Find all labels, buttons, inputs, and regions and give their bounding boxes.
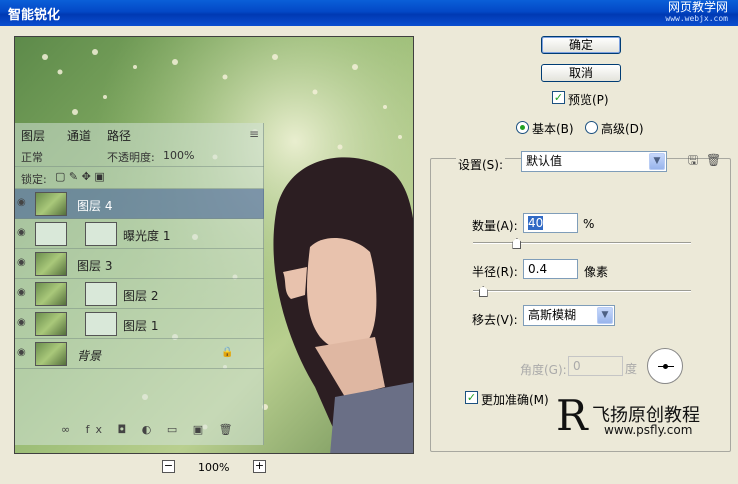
opacity-value[interactable]: 100% (163, 149, 194, 162)
advanced-radio[interactable] (585, 121, 598, 134)
layer-name: 图层 1 (123, 319, 159, 333)
blend-mode[interactable]: 正常 (21, 149, 43, 165)
layer-mask (85, 222, 117, 246)
layer-row[interactable]: ◉ 图层 4 (15, 189, 264, 219)
layer-row[interactable]: ◉ 背景 🔒 (15, 339, 264, 369)
eye-icon[interactable]: ◉ (17, 347, 26, 358)
amount-value: 40 (528, 216, 544, 230)
opacity-label: 不透明度: (107, 151, 155, 164)
settings-label: 设置(S): (456, 156, 506, 173)
radius-value: 0.4 (528, 262, 548, 276)
logo-url: www.psfly.com (604, 423, 693, 437)
layer-name: 图层 2 (123, 289, 159, 303)
cancel-button[interactable]: 取消 (541, 64, 621, 82)
angle-dial-center (663, 364, 668, 369)
angle-dial[interactable] (647, 348, 683, 384)
layer-mask (85, 312, 117, 336)
preview-checkbox[interactable]: ✓ (552, 91, 565, 104)
layer-name: 图层 3 (77, 259, 113, 273)
layer-name: 曝光度 1 (123, 229, 171, 243)
amount-slider-track[interactable] (473, 242, 691, 244)
watermark-text: 网页教学网 (667, 0, 728, 14)
trash-icon[interactable]: 🗑 (706, 153, 721, 167)
layer-row[interactable]: ◉ 图层 1 (15, 309, 264, 339)
preview-window[interactable]: 图层 通道 路径 ≡ 正常 不透明度: 100% 锁定: ▢ ✎ ✥ ▣ ◉ 图… (14, 36, 414, 454)
layer-thumbnail (35, 282, 67, 306)
layer-thumbnail (35, 192, 67, 216)
panel-menu-icon[interactable]: ≡ (247, 127, 261, 141)
lock-icons[interactable]: ▢ ✎ ✥ ▣ (55, 170, 105, 183)
radius-slider-track[interactable] (473, 290, 691, 292)
remove-label: 移去(V): (472, 313, 518, 327)
remove-value: 高斯模糊 (528, 308, 577, 322)
layer-name: 图层 4 (77, 199, 113, 213)
tab-layers[interactable]: 图层 (21, 127, 45, 143)
tab-paths[interactable]: 路径 (107, 127, 131, 143)
logo-letter: R (556, 391, 588, 440)
angle-unit: 度 (625, 362, 638, 376)
zoom-level: 100% (198, 461, 230, 474)
tab-channels[interactable]: 通道 (67, 127, 91, 143)
layer-row[interactable]: ◉ 曝光度 1 (15, 219, 264, 249)
layer-thumbnail (35, 252, 67, 276)
radius-label: 半径(R): (472, 265, 518, 279)
amount-input[interactable]: 40 (523, 213, 578, 233)
radius-input[interactable]: 0.4 (523, 259, 578, 279)
accurate-label: 更加准确(M) (481, 393, 549, 407)
radius-unit: 像素 (584, 265, 609, 279)
layer-name: 背景 (77, 349, 102, 363)
zoom-in-button[interactable]: + (253, 460, 266, 473)
layer-thumbnail (35, 342, 67, 366)
dialog-title: 智能锐化 (8, 8, 61, 23)
lock-row: 锁定: ▢ ✎ ✥ ▣ (15, 167, 264, 189)
preview-label: 预览(P) (568, 93, 609, 107)
accurate-checkbox[interactable]: ✓ (465, 391, 478, 404)
advanced-label: 高级(D) (601, 122, 644, 136)
layer-row[interactable]: ◉ 图层 2 (15, 279, 264, 309)
layer-row[interactable]: ◉ 图层 3 (15, 249, 264, 279)
layer-mask (85, 282, 117, 306)
lock-label: 锁定: (21, 173, 47, 186)
eye-icon[interactable]: ◉ (17, 227, 26, 238)
angle-value: 0 (573, 359, 581, 373)
chevron-down-icon: ▼ (597, 307, 613, 324)
chevron-down-icon: ▼ (649, 153, 665, 170)
basic-radio[interactable] (516, 121, 529, 134)
ok-button[interactable]: 确定 (541, 36, 621, 54)
basic-label: 基本(B) (532, 122, 574, 136)
remove-select[interactable]: 高斯模糊 ▼ (523, 305, 615, 326)
eye-icon[interactable]: ◉ (17, 197, 26, 208)
settings-value: 默认值 (526, 154, 563, 168)
amount-unit: % (583, 217, 595, 231)
title-bar: 智能锐化 网页教学网 www.webjx.com (0, 0, 738, 26)
eye-icon[interactable]: ◉ (17, 317, 26, 328)
eye-icon[interactable]: ◉ (17, 287, 26, 298)
adjustment-icon (35, 222, 67, 246)
lock-icon: 🔒 (221, 347, 234, 358)
angle-input[interactable]: 0 (568, 356, 623, 376)
save-settings-icon[interactable]: 🖫 (686, 153, 700, 167)
layer-thumbnail (35, 312, 67, 336)
angle-label: 角度(G): (520, 363, 567, 377)
amount-label: 数量(A): (472, 219, 518, 233)
watermark-url: www.webjx.com (665, 14, 728, 23)
layers-panel: 图层 通道 路径 ≡ 正常 不透明度: 100% 锁定: ▢ ✎ ✥ ▣ ◉ 图… (15, 123, 264, 445)
panel-footer-icons[interactable]: ∞ fx ◘ ◐ ▭ ▣ 🗑 (61, 423, 239, 436)
zoom-out-button[interactable]: − (162, 460, 175, 473)
blend-row: 正常 不透明度: 100% (15, 145, 264, 167)
eye-icon[interactable]: ◉ (17, 257, 26, 268)
settings-select[interactable]: 默认值 ▼ (521, 151, 667, 172)
